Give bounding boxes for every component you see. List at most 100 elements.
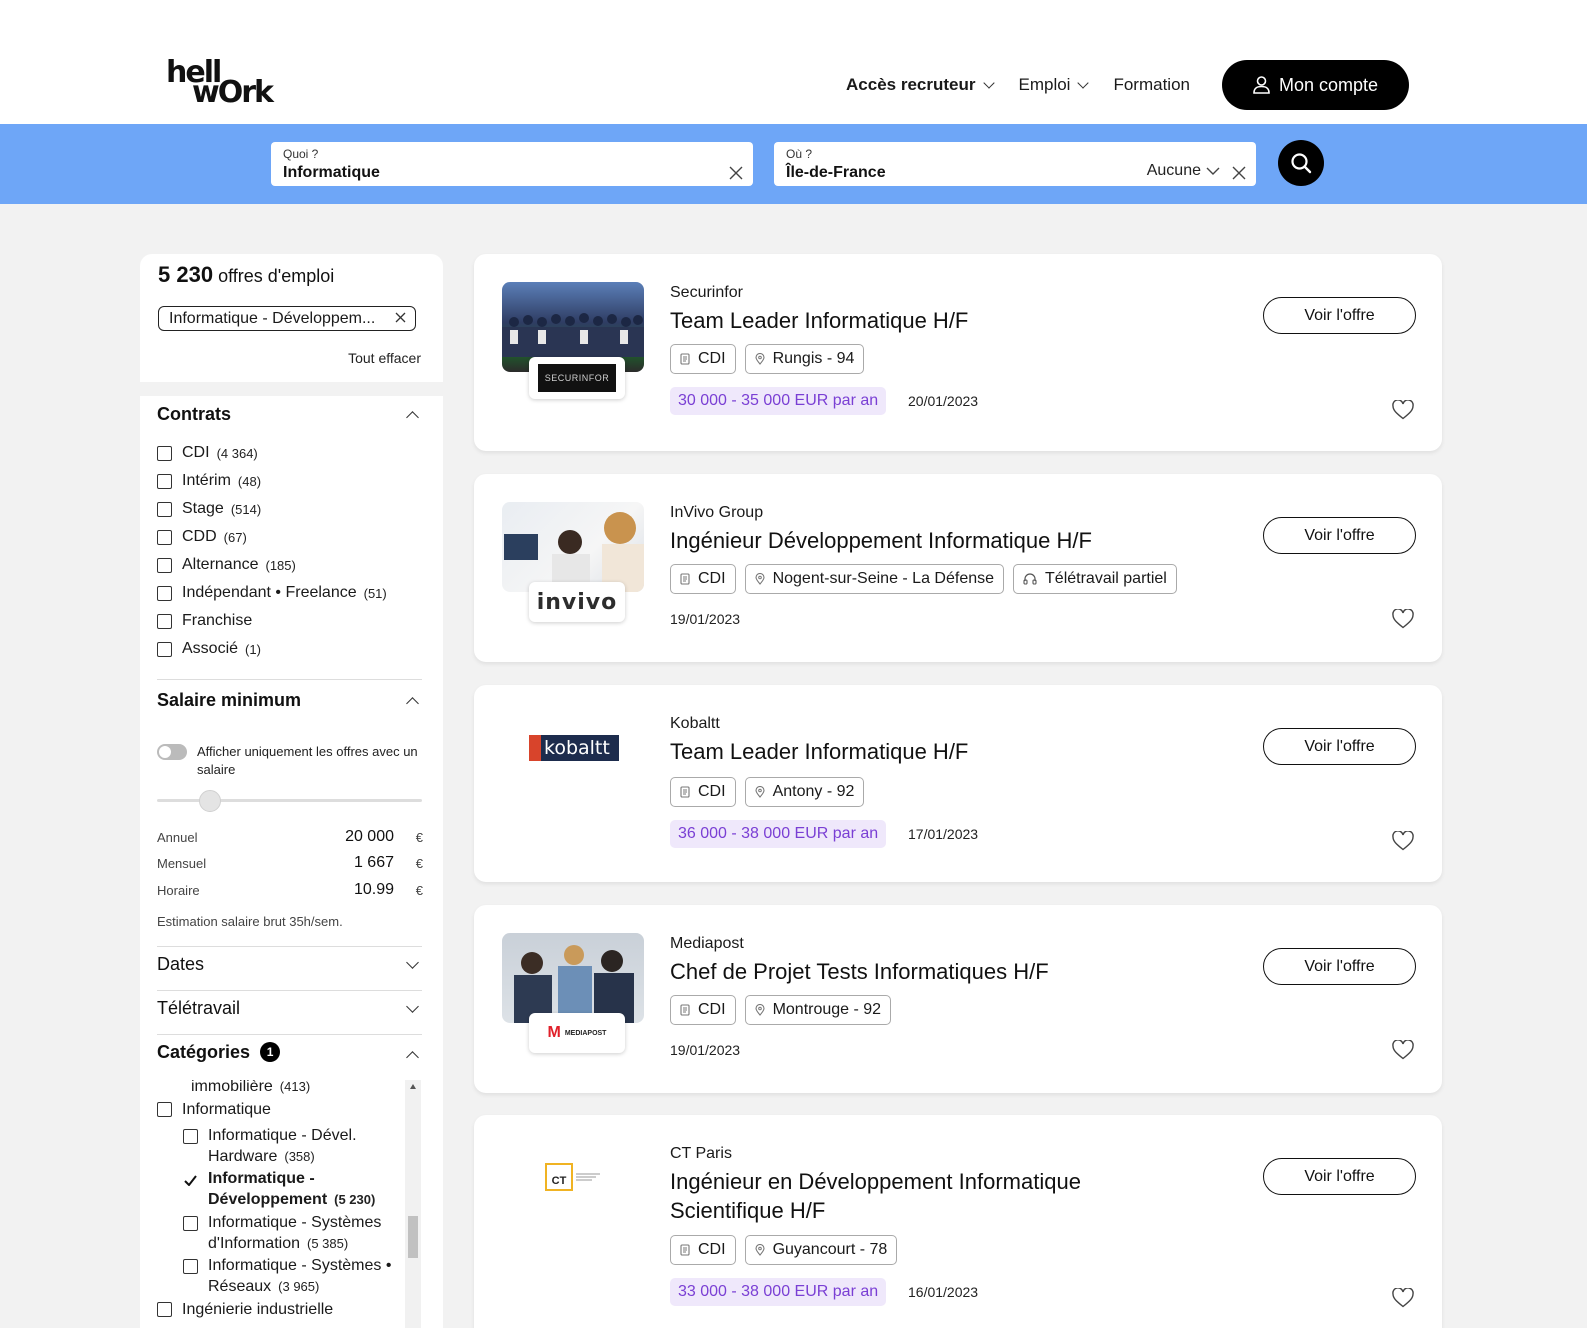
category-informatique-reseaux[interactable]: Informatique - Systèmes • Réseaux (3 965) [208, 1255, 391, 1297]
job-title[interactable]: Ingénieur Développement Informatique H/F [670, 526, 1230, 555]
categories-list[interactable]: immobilière (413) Informatique Informatiq… [157, 1080, 425, 1328]
job-title[interactable]: Chef de Projet Tests Informatiques H/F [670, 957, 1230, 986]
heart-icon[interactable] [1392, 1288, 1414, 1308]
checkbox[interactable] [157, 445, 172, 461]
company-name[interactable]: CT Paris [670, 1145, 732, 1163]
category-informatique-hardware[interactable]: Informatique - Dével. Hardware (358) [208, 1125, 357, 1167]
company-name[interactable]: Securinfor [670, 284, 743, 302]
salary-badge: 36 000 - 38 000 EUR par an [670, 820, 887, 848]
heart-icon[interactable] [1392, 400, 1414, 420]
scroll-up-arrow-icon[interactable] [410, 1084, 416, 1089]
view-offer-button[interactable]: Voir l'offre [1263, 948, 1416, 985]
checkbox[interactable] [183, 1129, 198, 1144]
checkbox[interactable] [183, 1216, 198, 1231]
checkbox[interactable] [157, 557, 172, 573]
filter-label: CDD [182, 528, 217, 545]
job-tags: CDI Antony - 92 [670, 777, 873, 807]
heart-icon[interactable] [1392, 1040, 1414, 1060]
clear-icon[interactable] [1232, 166, 1246, 180]
radius-select[interactable]: Aucune [1147, 162, 1220, 180]
document-icon [680, 1244, 690, 1256]
dates-title[interactable]: Dates [157, 954, 204, 975]
filter-freelance[interactable]: Indépendant • Freelance (51) [157, 584, 387, 602]
what-input[interactable]: Informatique [283, 164, 380, 182]
scrollbar-thumb[interactable] [408, 1216, 418, 1258]
chevron-up-icon[interactable] [406, 697, 419, 710]
category-informatique-developpement[interactable]: Informatique - Développement (5 230) [208, 1168, 375, 1210]
filter-stage[interactable]: Stage (514) [157, 500, 261, 518]
job-card[interactable]: kobaltt Kobaltt Team Leader Informatique… [474, 685, 1442, 882]
job-title[interactable]: Ingénieur en Développement Informatique … [670, 1167, 1130, 1225]
job-card[interactable]: M MEDIAPOST Mediapost Chef de Projet Tes… [474, 905, 1442, 1093]
chevron-down-icon[interactable] [406, 956, 419, 969]
category-ingenierie[interactable]: Ingénierie industrielle [157, 1299, 333, 1320]
nav-emploi[interactable]: Emploi [1019, 75, 1090, 95]
checkmark-icon[interactable] [184, 1175, 197, 1186]
checkbox[interactable] [157, 1302, 172, 1317]
nav-recruiter-access[interactable]: Accès recruteur [846, 75, 995, 95]
account-button[interactable]: Mon compte [1222, 60, 1409, 110]
company-name[interactable]: Kobaltt [670, 715, 720, 733]
salary-only-toggle[interactable] [157, 744, 187, 760]
company-name[interactable]: Mediapost [670, 935, 744, 953]
what-search-field[interactable]: Quoi ? Informatique [271, 142, 753, 186]
salary-hourly-value: 10.99 [353, 881, 394, 898]
category-informatique[interactable]: Informatique [157, 1099, 271, 1120]
view-offer-button[interactable]: Voir l'offre [1263, 297, 1416, 334]
checkbox[interactable] [157, 613, 172, 629]
clear-all-link[interactable]: Tout effacer [348, 350, 421, 366]
job-card[interactable]: SECURINFOR Securinfor Team Leader Inform… [474, 254, 1442, 451]
view-offer-button[interactable]: Voir l'offre [1263, 517, 1416, 554]
contract-label: CDI [698, 1241, 726, 1258]
nav-formation[interactable]: Formation [1113, 75, 1190, 95]
job-title[interactable]: Team Leader Informatique H/F [670, 306, 1130, 335]
chevron-down-icon [1077, 76, 1090, 89]
salary-slider-thumb[interactable] [199, 790, 221, 812]
divider [157, 1034, 422, 1035]
checkbox[interactable] [157, 1102, 172, 1117]
filter-cdi[interactable]: CDI (4 364) [157, 444, 258, 462]
active-filter-chip[interactable]: Informatique - Développem... [158, 306, 416, 331]
ct-logo-tagline-image [576, 1173, 600, 1181]
where-input[interactable]: Île-de-France [786, 164, 886, 182]
chevron-up-icon[interactable] [406, 1051, 419, 1064]
chevron-down-icon[interactable] [406, 1000, 419, 1013]
job-title[interactable]: Team Leader Informatique H/F [670, 737, 1130, 766]
checkbox[interactable] [157, 529, 172, 545]
teletravail-title[interactable]: Télétravail [157, 998, 240, 1019]
company-visual: CT [502, 1143, 644, 1261]
filter-cdd[interactable]: CDD (67) [157, 528, 247, 546]
view-offer-button[interactable]: Voir l'offre [1263, 1158, 1416, 1195]
view-offer-button[interactable]: Voir l'offre [1263, 728, 1416, 765]
where-search-field[interactable]: Où ? Île-de-France Aucune [774, 142, 1256, 186]
salaire-title[interactable]: Salaire minimum [157, 690, 301, 711]
checkbox[interactable] [157, 585, 172, 601]
search-button[interactable] [1278, 140, 1324, 186]
checkbox[interactable] [157, 641, 172, 657]
job-card[interactable]: invivo InVivo Group Ingénieur Développem… [474, 474, 1442, 662]
checkbox[interactable] [157, 501, 172, 517]
categories-title-label: Catégories [157, 1042, 251, 1062]
checkbox[interactable] [183, 1259, 198, 1274]
categories-scrollbar[interactable] [405, 1080, 421, 1328]
clear-icon[interactable] [729, 166, 743, 180]
filter-associe[interactable]: Associé (1) [157, 640, 261, 658]
job-card[interactable]: CT CT Paris Ingénieur en Développement I… [474, 1115, 1442, 1328]
job-tags: CDI Nogent-sur-Seine - La Défense Télétr… [670, 564, 1186, 594]
nav-formation-label: Formation [1113, 75, 1190, 94]
hellowork-logo[interactable]: hell wOrk [166, 58, 276, 110]
heart-icon[interactable] [1392, 831, 1414, 851]
chevron-up-icon[interactable] [406, 411, 419, 424]
categories-title[interactable]: Catégories 1 [157, 1042, 281, 1063]
close-icon[interactable] [395, 312, 406, 323]
filter-interim[interactable]: Intérim (48) [157, 472, 261, 490]
checkbox[interactable] [157, 473, 172, 489]
filter-franchise[interactable]: Franchise [157, 612, 259, 630]
company-name[interactable]: InVivo Group [670, 504, 763, 522]
contrats-title[interactable]: Contrats [157, 404, 231, 425]
filter-alternance[interactable]: Alternance (185) [157, 556, 296, 574]
category-informatique-si[interactable]: Informatique - Systèmes d'Information (5 3… [208, 1212, 381, 1254]
heart-icon[interactable] [1392, 609, 1414, 629]
salary-slider-track[interactable] [157, 799, 422, 802]
category-immobiliere[interactable]: immobilière (413) [191, 1080, 310, 1097]
